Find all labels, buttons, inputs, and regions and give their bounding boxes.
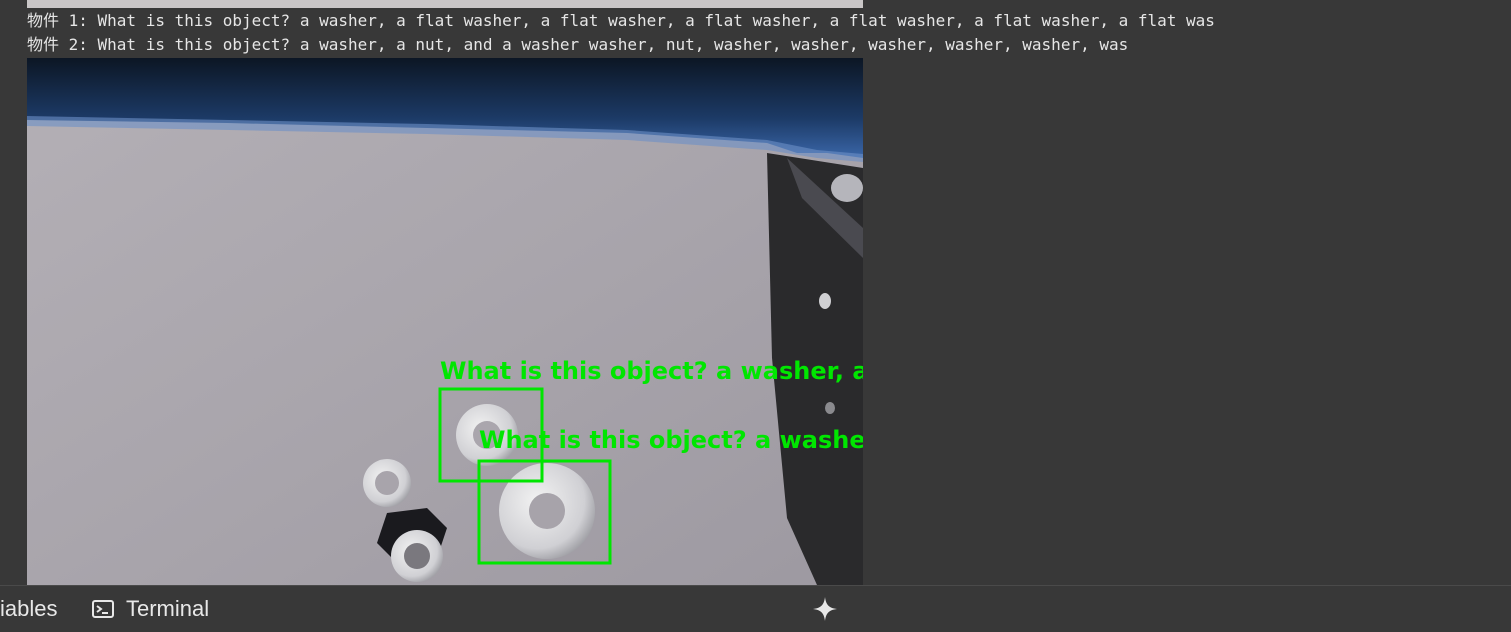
stdout-line-1: 物件 1: What is this object? a washer, a f… bbox=[27, 11, 1215, 30]
cell-output: 物件 1: What is this object? a washer, a f… bbox=[0, 0, 1511, 585]
tab-terminal[interactable]: Terminal bbox=[92, 595, 209, 623]
sparkle-icon[interactable] bbox=[812, 596, 838, 622]
terminal-icon bbox=[92, 600, 114, 618]
previous-image-edge bbox=[27, 0, 863, 8]
detection-image: What is this object? a washer, a What is… bbox=[27, 58, 863, 585]
stdout-line-2: 物件 2: What is this object? a washer, a n… bbox=[27, 35, 1129, 54]
tab-variables[interactable]: iables bbox=[0, 595, 57, 623]
tab-terminal-label: Terminal bbox=[126, 596, 210, 621]
detection-label-2: What is this object? a washer, bbox=[479, 426, 863, 454]
bottom-panel-bar: iables Terminal bbox=[0, 585, 1511, 632]
detection-label-1: What is this object? a washer, a bbox=[440, 357, 863, 385]
